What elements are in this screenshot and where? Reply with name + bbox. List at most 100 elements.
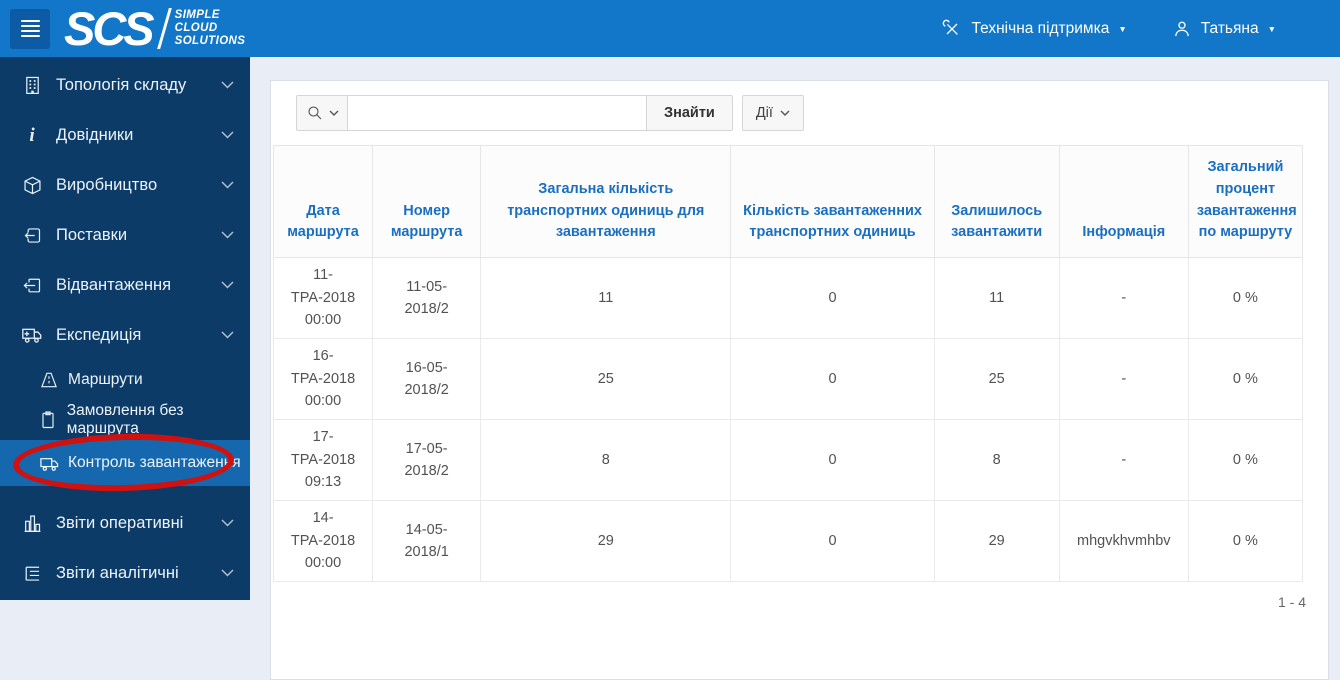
logo-text: SCS	[64, 2, 155, 55]
sidebar-item-shipments[interactable]: Відвантаження	[0, 260, 250, 310]
table-row: 14- ТРА-2018 00:00 14-05- 2018/1 29 0 29 mhgv…	[272, 500, 1304, 582]
sidebar-subitem-label: Маршрути	[68, 371, 143, 388]
table-cell: -	[1058, 419, 1189, 501]
table-row: 17- ТРА-2018 09:13 17-05- 2018/2 8 0 8-0 %	[272, 419, 1304, 501]
sidebar-subitem-label: Замовлення без маршрута	[66, 402, 184, 437]
table-cell: 0 %	[1187, 500, 1304, 582]
report-lines-icon	[19, 563, 45, 584]
table-cell: 11	[933, 257, 1060, 339]
chevron-down-icon	[221, 519, 234, 527]
expedition-truck-icon	[19, 324, 45, 346]
main-content: Знайти Дії Дата маршрута Номер маршрута За…	[250, 57, 1340, 680]
logo-tagline: SIMPLE CLOUD SOLUTIONS	[175, 9, 246, 48]
logo-tagline-line: CLOUD	[174, 22, 218, 35]
actions-button-label: Дії	[755, 105, 773, 121]
chevron-down-icon	[221, 81, 234, 89]
table-cell: 0	[730, 500, 935, 582]
column-header-2[interactable]: Номер маршрута	[372, 145, 482, 258]
sidebar-item-production[interactable]: Виробництво	[0, 160, 250, 210]
chevron-down-icon	[221, 181, 234, 189]
sidebar-item-label: Відвантаження	[56, 275, 172, 294]
clipboard-icon	[37, 410, 60, 430]
hamburger-icon	[20, 17, 40, 39]
table-cell: -	[1058, 257, 1189, 339]
hamburger-menu-button[interactable]	[10, 8, 50, 49]
app-logo: SCS SIMPLE CLOUD SOLUTIONS	[64, 5, 245, 52]
column-header-7[interactable]: Загальний процент завантаження по маршру…	[1187, 145, 1304, 258]
search-input[interactable]	[348, 95, 647, 131]
production-box-icon	[19, 175, 45, 196]
sidebar-item-directories[interactable]: i Довідники	[0, 110, 250, 160]
sidebar-subitem-routes[interactable]: Маршрути	[0, 360, 250, 400]
user-menu[interactable]: Татьяна	[1172, 19, 1276, 39]
table-cell: 8	[480, 419, 732, 501]
support-menu[interactable]: Технічна підтримка	[942, 19, 1126, 39]
sidebar-item-expedition[interactable]: Експедиція	[0, 310, 250, 360]
column-header-4[interactable]: Кількість завантаженних транспортних оди…	[730, 145, 935, 258]
sidebar-item-warehouse-topology[interactable]: Топологія складу	[0, 60, 250, 110]
actions-button[interactable]: Дії	[741, 95, 804, 131]
table-cell: 16-05- 2018/2	[372, 338, 482, 420]
chevron-down-icon	[221, 231, 234, 239]
info-icon: i	[29, 124, 35, 146]
table-row: 16- ТРА-2018 00:00 16-05- 2018/2 25 0 25-0 %	[272, 338, 1304, 420]
pagination-label: 1 - 4	[1277, 594, 1306, 610]
sidebar-item-label: Виробництво	[56, 175, 158, 194]
sidebar-item-operational-reports[interactable]: Звіти оперативні	[0, 498, 250, 548]
table-cell: 0 %	[1187, 338, 1304, 420]
chevron-down-icon	[1118, 20, 1126, 38]
sidebar-item-label: Звіти аналітичні	[56, 563, 179, 582]
table-cell: 25	[480, 338, 732, 420]
sidebar-subitem-orders-without-route[interactable]: Замовлення без маршрута	[0, 400, 250, 440]
route-icon	[37, 370, 61, 390]
table-cell: 29	[480, 500, 732, 582]
user-menu-label: Татьяна	[1200, 19, 1259, 37]
table-cell: -	[1058, 338, 1189, 420]
chevron-down-icon	[780, 110, 790, 117]
table-cell: 11-05- 2018/2	[372, 257, 482, 339]
column-header-5[interactable]: Залишилось завантажити	[933, 145, 1060, 258]
table-cell: 0	[730, 419, 935, 501]
find-button[interactable]: Знайти	[647, 95, 733, 131]
column-header-3[interactable]: Загальна кількість транспортних одиниць …	[480, 145, 732, 258]
table-cell: 17- ТРА-2018 09:13	[272, 419, 374, 501]
table-cell: 0 %	[1187, 257, 1304, 339]
logo-tagline-line: SOLUTIONS	[174, 34, 246, 47]
table-cell: 16- ТРА-2018 00:00	[272, 338, 374, 420]
table-cell: 17-05- 2018/2	[372, 419, 482, 501]
inbound-arrow-icon	[19, 225, 45, 246]
chevron-down-icon	[1268, 20, 1276, 38]
sidebar-subitem-loading-control[interactable]: Контроль завантаження	[0, 440, 250, 486]
chevron-down-icon	[221, 281, 234, 289]
wrench-icon	[942, 19, 962, 39]
truck-icon	[37, 453, 61, 474]
sidebar-item-label: Довідники	[56, 125, 134, 144]
table-cell: mhgvkhvmhbv	[1058, 500, 1189, 582]
sidebar-item-supplies[interactable]: Поставки	[0, 210, 250, 260]
table-row: 11- ТРА-2018 00:00 11-05- 2018/2 11 0 11-0 %	[272, 257, 1304, 339]
sidebar-item-label: Звіти оперативні	[56, 513, 184, 532]
column-header-6[interactable]: Інформація	[1058, 145, 1189, 258]
table-cell: 0	[730, 257, 935, 339]
column-header-1[interactable]: Дата маршрута	[272, 145, 374, 258]
support-menu-label: Технічна підтримка	[971, 19, 1110, 37]
search-options-button[interactable]	[296, 95, 348, 131]
logo-slash	[156, 8, 172, 49]
user-icon	[1172, 19, 1192, 39]
table-cell: 0	[730, 338, 935, 420]
sidebar-nav: Топологія складу i Довідники Виробництво…	[0, 57, 250, 600]
table-cell: 25	[933, 338, 1060, 420]
table-cell: 0 %	[1187, 419, 1304, 501]
chevron-down-icon	[221, 331, 234, 339]
search-icon	[306, 104, 324, 122]
table-cell: 29	[933, 500, 1060, 582]
table-cell: 14-05- 2018/1	[372, 500, 482, 582]
sidebar-item-analytical-reports[interactable]: Звіти аналітичні	[0, 548, 250, 598]
logo-tagline-line: SIMPLE	[174, 9, 220, 22]
report-table: Дата маршрута Номер маршрута Загальна кіль…	[272, 145, 1304, 582]
table-cell: 11- ТРА-2018 00:00	[272, 257, 374, 339]
bar-chart-icon	[19, 513, 45, 534]
sidebar-item-label: Експедиція	[56, 325, 142, 344]
chevron-down-icon	[329, 110, 339, 117]
